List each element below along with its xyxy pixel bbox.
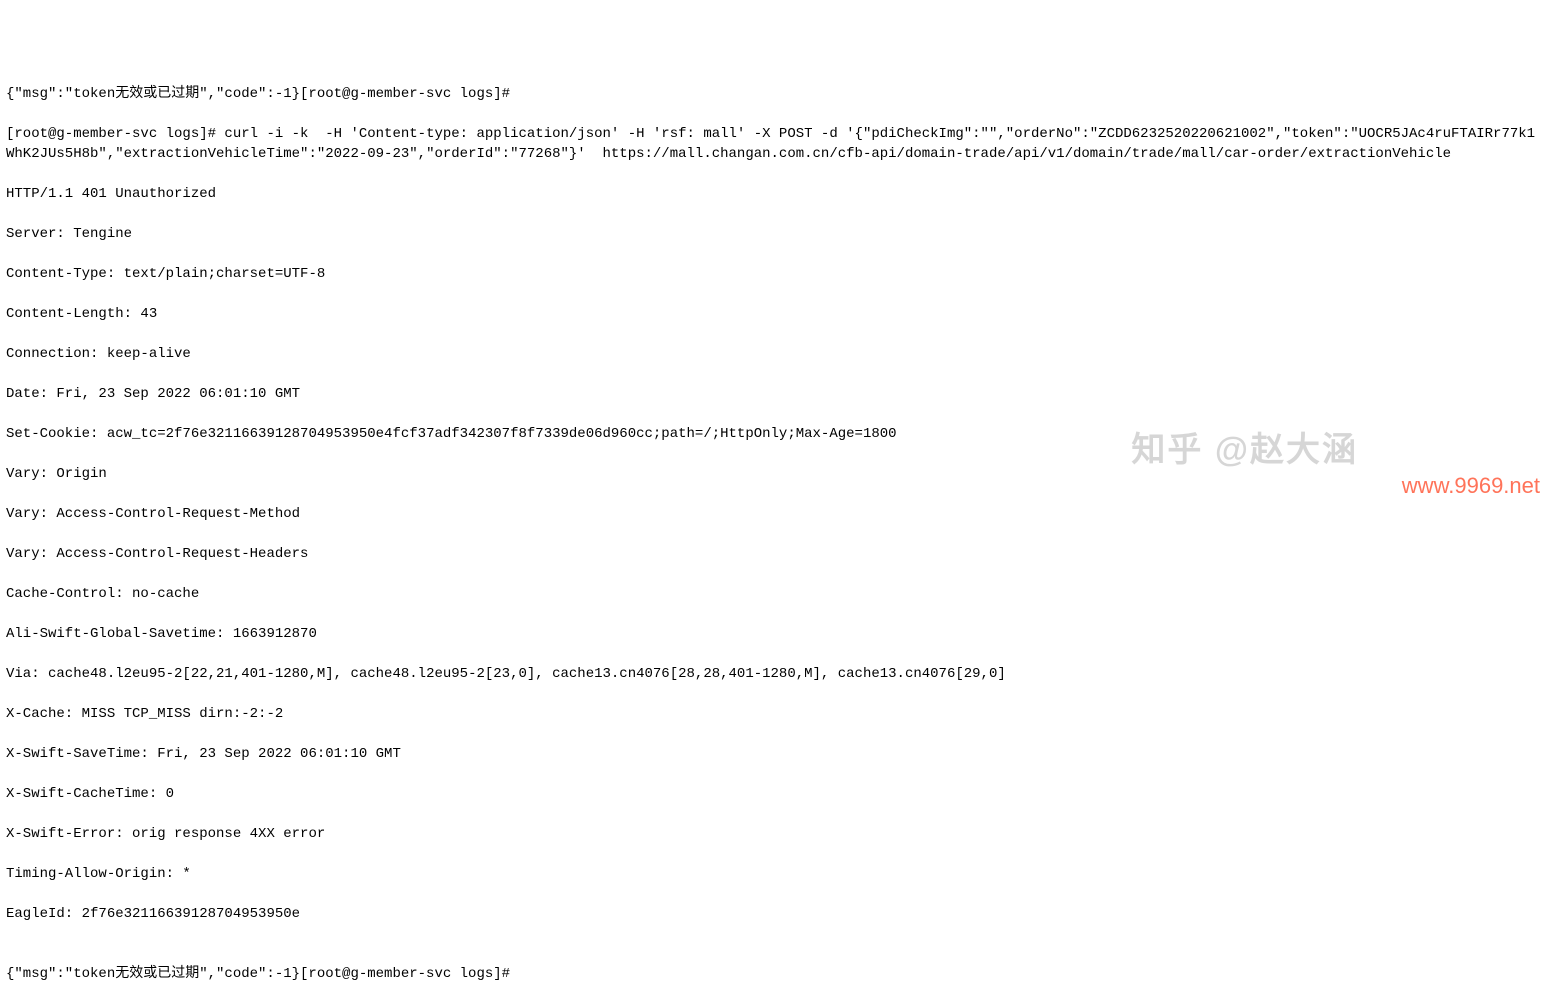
- terminal-line: Via: cache48.l2eu95-2[22,21,401-1280,M],…: [6, 664, 1542, 684]
- terminal-line: {"msg":"token无效或已过期","code":-1}[root@g-m…: [6, 964, 1542, 984]
- terminal-line: X-Swift-CacheTime: 0: [6, 784, 1542, 804]
- terminal-line: Vary: Access-Control-Request-Method: [6, 504, 1542, 524]
- terminal-line: Content-Type: text/plain;charset=UTF-8: [6, 264, 1542, 284]
- terminal-line: {"msg":"token无效或已过期","code":-1}[root@g-m…: [6, 84, 1542, 104]
- terminal-line: Timing-Allow-Origin: *: [6, 864, 1542, 884]
- terminal-line: Date: Fri, 23 Sep 2022 06:01:10 GMT: [6, 384, 1542, 404]
- terminal-line: Vary: Origin: [6, 464, 1542, 484]
- terminal-line: Cache-Control: no-cache: [6, 584, 1542, 604]
- terminal-line: X-Cache: MISS TCP_MISS dirn:-2:-2: [6, 704, 1542, 724]
- terminal-line: HTTP/1.1 401 Unauthorized: [6, 184, 1542, 204]
- terminal-line: Set-Cookie: acw_tc=2f76e3211663912870495…: [6, 424, 1542, 444]
- terminal-line: X-Swift-SaveTime: Fri, 23 Sep 2022 06:01…: [6, 744, 1542, 764]
- terminal-line: EagleId: 2f76e32116639128704953950e: [6, 904, 1542, 924]
- terminal-line: [root@g-member-svc logs]# curl -i -k -H …: [6, 124, 1542, 164]
- terminal-line: Server: Tengine: [6, 224, 1542, 244]
- terminal-line: X-Swift-Error: orig response 4XX error: [6, 824, 1542, 844]
- terminal-line: Ali-Swift-Global-Savetime: 1663912870: [6, 624, 1542, 644]
- terminal-line: Content-Length: 43: [6, 304, 1542, 324]
- terminal-line: Connection: keep-alive: [6, 344, 1542, 364]
- terminal-line: Vary: Access-Control-Request-Headers: [6, 544, 1542, 564]
